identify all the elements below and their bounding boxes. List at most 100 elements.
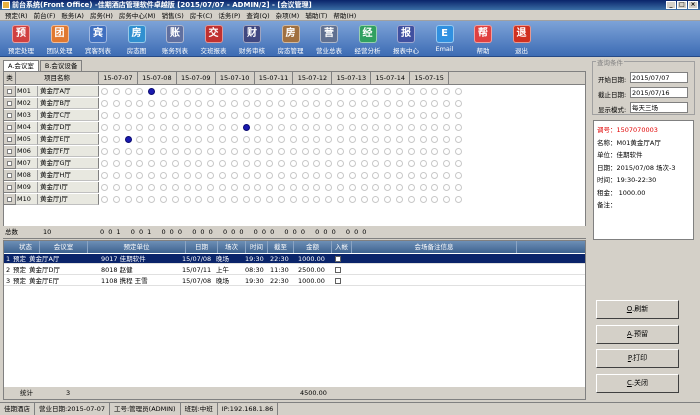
slot-free[interactable] (325, 172, 333, 179)
slot-free[interactable] (124, 172, 132, 179)
slot-free[interactable] (289, 148, 297, 155)
menu-item[interactable]: 杂项(M) (273, 10, 303, 20)
slot-free[interactable] (443, 124, 451, 131)
slot-free[interactable] (278, 136, 285, 143)
row-selector[interactable] (4, 134, 16, 145)
slot-free[interactable] (325, 136, 333, 143)
slot-free[interactable] (278, 160, 285, 167)
slot-free[interactable] (348, 112, 356, 119)
slot-free[interactable] (443, 148, 451, 155)
slot-free[interactable] (148, 100, 156, 107)
slot-booked[interactable] (148, 88, 156, 95)
slot-free[interactable] (183, 172, 191, 179)
slot-free[interactable] (443, 160, 451, 167)
slot-free[interactable] (183, 100, 191, 107)
print-button[interactable]: P.打印 (596, 349, 679, 368)
slot-free[interactable] (396, 196, 403, 203)
slot-free[interactable] (384, 88, 392, 95)
slot-free[interactable] (289, 124, 297, 131)
slot-free[interactable] (219, 172, 226, 179)
slot-free[interactable] (289, 100, 297, 107)
toolbar-button-room[interactable]: 房房态管理 (272, 21, 310, 56)
slot-free[interactable] (289, 196, 297, 203)
slot-free[interactable] (207, 196, 215, 203)
slot-free[interactable] (313, 172, 321, 179)
slot-free[interactable] (266, 172, 274, 179)
slot-free[interactable] (242, 160, 250, 167)
slot-free[interactable] (289, 136, 297, 143)
slot-free[interactable] (337, 172, 344, 179)
slot-free[interactable] (419, 112, 427, 119)
slot-free[interactable] (372, 124, 380, 131)
slot-free[interactable] (360, 88, 368, 95)
slot-free[interactable] (219, 100, 226, 107)
slot-booked[interactable] (242, 124, 250, 131)
slot-free[interactable] (254, 112, 262, 119)
slot-free[interactable] (337, 184, 344, 191)
slot-free[interactable] (195, 124, 203, 131)
toolbar-button-audit[interactable]: 财财务审核 (233, 21, 271, 56)
slot-free[interactable] (301, 172, 309, 179)
row-selector[interactable] (4, 98, 16, 109)
slot-free[interactable] (160, 100, 167, 107)
slot-free[interactable] (419, 100, 427, 107)
slot-free[interactable] (360, 112, 368, 119)
slot-free[interactable] (136, 196, 144, 203)
slot-free[interactable] (195, 88, 203, 95)
menu-item[interactable]: 账务(A) (58, 10, 87, 20)
slot-free[interactable] (348, 196, 356, 203)
slot-free[interactable] (266, 100, 274, 107)
slot-free[interactable] (278, 124, 285, 131)
slot-free[interactable] (207, 160, 215, 167)
slot-free[interactable] (313, 88, 321, 95)
slot-free[interactable] (254, 136, 262, 143)
slot-free[interactable] (148, 160, 156, 167)
slot-free[interactable] (419, 196, 427, 203)
slot-free[interactable] (112, 148, 120, 155)
slot-free[interactable] (337, 112, 344, 119)
slot-free[interactable] (101, 100, 108, 107)
slot-booked[interactable] (124, 136, 132, 143)
slot-free[interactable] (313, 148, 321, 155)
slot-free[interactable] (254, 196, 262, 203)
slot-free[interactable] (301, 100, 309, 107)
slot-free[interactable] (455, 184, 462, 191)
slot-free[interactable] (230, 196, 238, 203)
slot-free[interactable] (372, 148, 380, 155)
slot-free[interactable] (195, 100, 203, 107)
slot-free[interactable] (278, 100, 285, 107)
slot-free[interactable] (396, 124, 403, 131)
slot-free[interactable] (325, 148, 333, 155)
slot-free[interactable] (419, 172, 427, 179)
toolbar-button-report[interactable]: 报报表中心 (387, 21, 425, 56)
row-selector[interactable] (4, 86, 16, 97)
toolbar-button-account[interactable]: 账账务列表 (156, 21, 194, 56)
slot-free[interactable] (266, 184, 274, 191)
slot-free[interactable] (195, 136, 203, 143)
row-selector[interactable] (4, 122, 16, 133)
slot-free[interactable] (443, 100, 451, 107)
slot-free[interactable] (337, 124, 344, 131)
slot-free[interactable] (112, 136, 120, 143)
slot-free[interactable] (360, 160, 368, 167)
slot-free[interactable] (207, 148, 215, 155)
slot-free[interactable] (337, 100, 344, 107)
slot-free[interactable] (112, 124, 120, 131)
slot-free[interactable] (101, 148, 108, 155)
slot-free[interactable] (136, 148, 144, 155)
slot-free[interactable] (419, 124, 427, 131)
slot-free[interactable] (112, 160, 120, 167)
slot-free[interactable] (372, 196, 380, 203)
slot-free[interactable] (313, 184, 321, 191)
slot-free[interactable] (183, 112, 191, 119)
slot-free[interactable] (219, 196, 226, 203)
slot-free[interactable] (219, 124, 226, 131)
slot-free[interactable] (396, 112, 403, 119)
toolbar-button-analysis[interactable]: 经经营分析 (349, 21, 387, 56)
slot-free[interactable] (301, 124, 309, 131)
slot-free[interactable] (112, 112, 120, 119)
slot-free[interactable] (348, 136, 356, 143)
slot-free[interactable] (419, 136, 427, 143)
slot-free[interactable] (360, 172, 368, 179)
slot-free[interactable] (219, 136, 226, 143)
